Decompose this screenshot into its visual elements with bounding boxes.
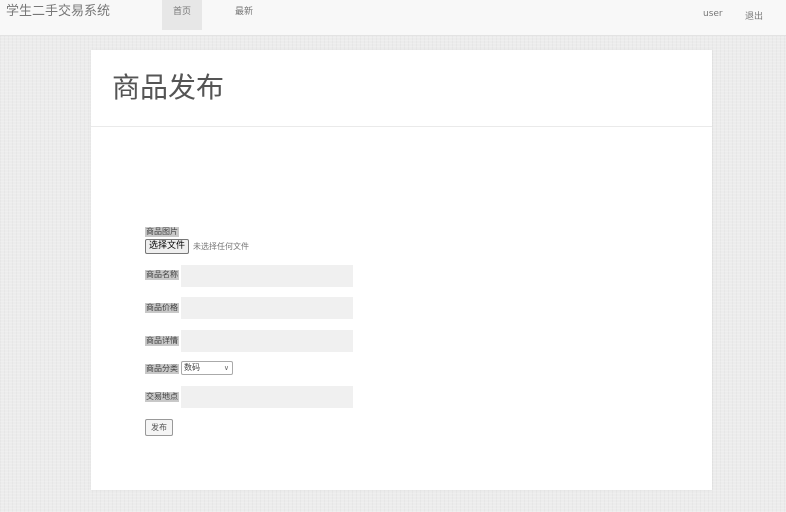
category-select[interactable]: 数码 ∨	[181, 361, 233, 375]
nav-user-link[interactable]: user	[703, 9, 723, 19]
category-label: 商品分类	[145, 364, 179, 374]
chevron-down-icon: ∨	[223, 364, 229, 372]
nav-home-link[interactable]: 首页	[162, 0, 202, 30]
category-selected-value: 数码	[184, 363, 200, 372]
publish-button[interactable]: 发布	[145, 419, 173, 436]
price-input[interactable]	[181, 297, 353, 319]
location-input[interactable]	[181, 386, 353, 408]
name-label: 商品名称	[145, 270, 179, 280]
top-navbar: 学生二手交易系统 首页 最新 user 退出	[0, 0, 786, 36]
image-label: 商品图片	[145, 227, 179, 237]
location-label: 交易地点	[145, 392, 179, 402]
price-label: 商品价格	[145, 303, 179, 313]
brand-title[interactable]: 学生二手交易系统	[6, 4, 110, 20]
publish-panel: 商品发布 商品图片 选择文件 未选择任何文件 商品名称 商品价格 商品详情 商品…	[91, 50, 712, 490]
name-input[interactable]	[181, 265, 353, 287]
file-status-text: 未选择任何文件	[193, 242, 249, 251]
nav-latest-link[interactable]: 最新	[224, 0, 264, 30]
nav-logout-link[interactable]: 退出	[745, 9, 763, 22]
page-title: 商品发布	[112, 71, 225, 104]
title-divider	[91, 126, 712, 127]
detail-label: 商品详情	[145, 336, 179, 346]
choose-file-button[interactable]: 选择文件	[145, 239, 189, 254]
detail-input[interactable]	[181, 330, 353, 352]
